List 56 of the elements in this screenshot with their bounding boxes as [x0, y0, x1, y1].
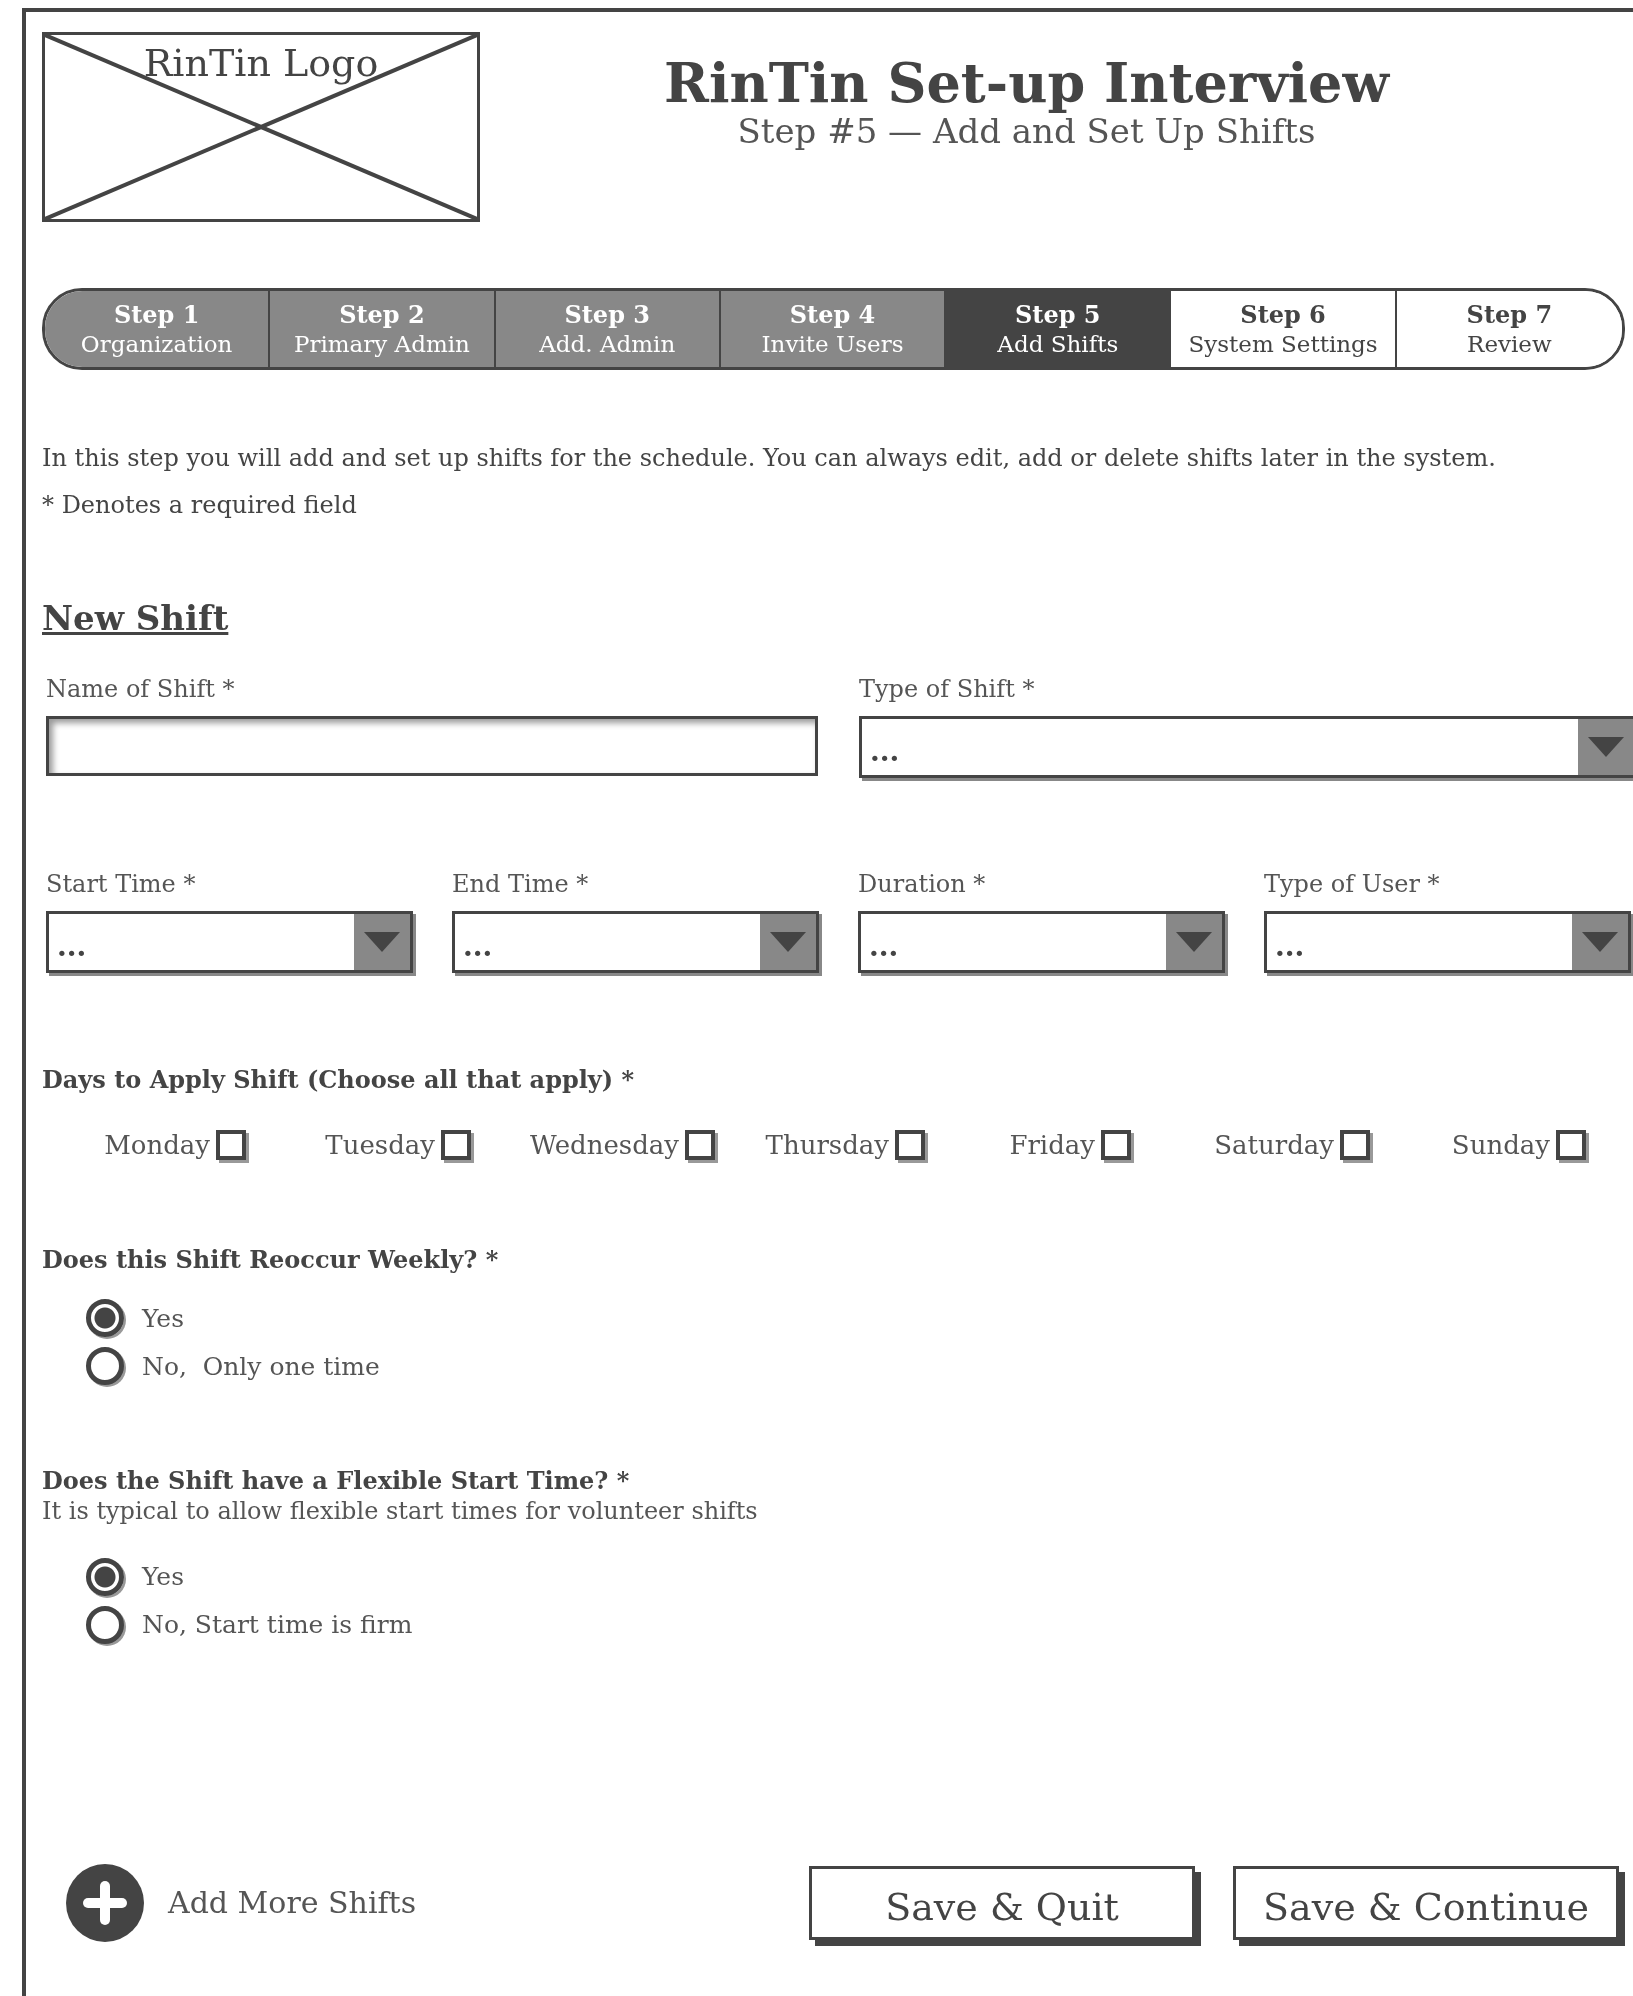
caret-icon: [1588, 736, 1624, 757]
dropdown[interactable]: ...: [452, 910, 819, 973]
checkbox[interactable]: [1101, 1129, 1131, 1160]
day-label: Thursday: [765, 1129, 889, 1160]
field-label: Type of Shift *: [859, 675, 1036, 704]
caret-icon: [1582, 931, 1618, 952]
radio-button[interactable]: [86, 1557, 124, 1596]
field-label: Duration *: [858, 869, 987, 899]
checkbox[interactable]: [441, 1129, 471, 1160]
dropdown[interactable]: ...: [859, 715, 1633, 778]
question-label: Does the Shift have a Flexible Start Time? *: [42, 1465, 631, 1497]
radio-label: Yes: [142, 1562, 184, 1591]
checkbox[interactable]: [216, 1129, 246, 1160]
page-subtitle: Step #5 — Add and Set Up Shifts: [736, 113, 1317, 151]
day-label: Monday: [104, 1129, 210, 1160]
day-label: Saturday: [1214, 1129, 1334, 1160]
step-tab[interactable]: Step 2 Primary Admin: [270, 291, 496, 367]
step-tab[interactable]: Step 4 Invite Users: [720, 291, 947, 367]
caret-icon: [364, 931, 400, 952]
checkbox[interactable]: [895, 1129, 925, 1160]
day-label: Sunday: [1451, 1129, 1550, 1160]
page-title: RinTin Set-up Interview: [663, 54, 1391, 114]
section-heading: New Shift: [42, 598, 229, 640]
day-label: Friday: [1009, 1129, 1095, 1160]
radio-button[interactable]: [86, 1347, 124, 1386]
dropdown[interactable]: ...: [858, 910, 1225, 973]
caret-icon: [1176, 931, 1212, 952]
step-tab[interactable]: Step 1 Organization: [45, 291, 271, 367]
add-more-link[interactable]: Add More Shifts: [168, 1885, 417, 1920]
caret-icon: [770, 931, 806, 952]
field-label: Name of Shift *: [46, 675, 236, 704]
logo-label: RinTin Logo: [143, 43, 379, 85]
radio-button[interactable]: [86, 1605, 124, 1644]
checkbox[interactable]: [1556, 1129, 1586, 1160]
checkbox[interactable]: [685, 1129, 715, 1160]
question-hint: It is typical to allow flexible start times for volunteer shifts: [42, 1496, 759, 1528]
day-label: Tuesday: [325, 1129, 435, 1160]
radio-button[interactable]: [86, 1299, 124, 1338]
question-label: Does this Shift Reoccur Weekly? *: [42, 1243, 500, 1276]
field-label: Type of User *: [1264, 869, 1441, 899]
add-icon[interactable]: [66, 1863, 144, 1942]
radio-label: No, Only one time: [142, 1351, 380, 1381]
text-field[interactable]: [46, 715, 818, 776]
day-label: Wednesday: [530, 1129, 679, 1160]
radio-label: No, Start time is firm: [142, 1610, 413, 1639]
step-tab[interactable]: Step 3 Add. Admin: [495, 291, 721, 367]
step-tab[interactable]: Step 5 Add Shifts: [946, 291, 1172, 367]
field-label: Start Time *: [46, 869, 197, 899]
dropdown[interactable]: ...: [1264, 910, 1631, 973]
dropdown[interactable]: ...: [46, 910, 413, 973]
field-label: End Time *: [452, 869, 590, 899]
required-note: * Denotes a required field: [42, 490, 358, 522]
intro-text: In this step you will add and set up shifts for the schedule. You can always edit, add or delete shifts later in the system.: [42, 443, 1497, 474]
checkbox[interactable]: [1340, 1129, 1370, 1160]
radio-label: Yes: [142, 1303, 184, 1333]
question-label: Days to Apply Shift (Choose all that apply) *: [42, 1063, 636, 1095]
